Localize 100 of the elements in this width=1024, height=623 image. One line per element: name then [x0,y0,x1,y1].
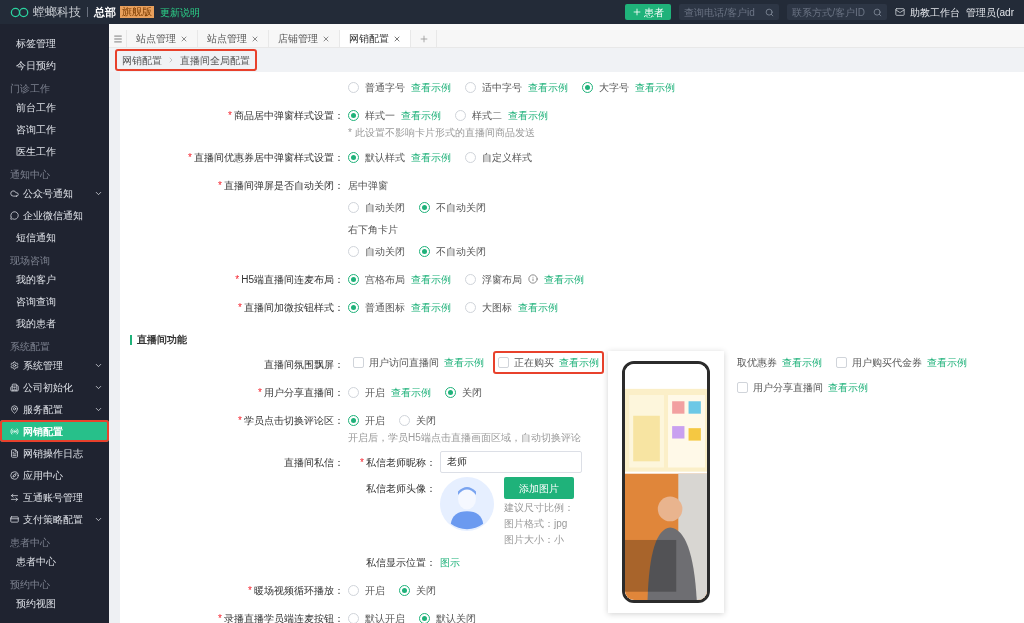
option-label: 用户访问直播间 [369,356,439,370]
option-label: 默认开启 [365,611,405,623]
option-label: 关闭 [416,413,436,428]
tab[interactable]: 站点管理 [127,30,198,47]
option-label: 不自动关闭 [436,200,486,215]
field-label: * 学员点击切换评论区： [238,413,344,428]
chevron-right-icon [167,56,175,64]
org-name: 总部 [94,4,116,20]
sidebar-item[interactable]: 服务配置 [0,398,109,420]
field-label: * 直播间优惠券居中弹窗样式设置： [188,150,344,165]
option-label: 用户购买代金券 [852,356,922,370]
sidebar-item[interactable]: 我的客户 [0,268,109,290]
logo-text: 螳螂科技 [33,4,81,21]
sidebar-item[interactable]: 咨询工作 [0,118,109,140]
field-label: 直播间私信： [284,455,344,470]
search-icon [765,7,775,17]
sidebar-section-header: 现场咨询 [9,254,51,268]
field-label: 私信显示位置： [366,555,436,570]
menu-icon[interactable] [112,33,123,44]
hint-text: 开启后，学员H5端点击直播画面区域，自动切换评论 [348,431,581,445]
option-label: 样式二 [472,108,502,123]
close-icon[interactable] [322,34,330,43]
option-label: 宫格布局 [365,272,405,287]
close-icon[interactable] [180,34,188,43]
sidebar-item[interactable]: 医生工作 [0,140,109,162]
sidebar-item[interactable]: 互通账号管理 [0,486,109,508]
sidebar-item[interactable]: 支付策略配置 [0,508,109,530]
field-label: 直播间氛围飘屏： [264,357,344,372]
hint-text: 图片格式：jpg [504,517,569,531]
sidebar-item[interactable]: 患者中心 [0,550,109,572]
plus-icon [632,7,643,17]
option-label: 开启 [365,385,385,400]
sidebar-item[interactable]: 网销操作日志 [0,442,109,464]
option-label: 自定义样式 [482,150,532,165]
sidebar-item[interactable]: 企业微信通知 [0,204,109,226]
logo-icon [10,6,30,18]
option-label: 样式一 [365,108,395,123]
option-label: 关闭 [462,385,482,400]
group-title: 右下角卡片 [348,222,398,237]
breadcrumb-item[interactable]: 网销配置 [122,52,162,68]
option-label: 开启 [365,413,385,428]
option-label: 大图标 [482,300,512,315]
option-label: 正在购买 [514,356,554,370]
group-title: 居中弹窗 [348,178,388,193]
option-label: 关闭 [416,583,436,598]
breadcrumb-item[interactable]: 直播间全局配置 [180,52,250,68]
option-label: 适中字号 [482,80,522,95]
sidebar-item[interactable]: 前台工作 [0,96,109,118]
option-label: 用户分享直播间 [753,381,823,395]
option-label: 开启 [365,583,385,598]
field-label: * 私信老师昵称： [360,455,436,470]
field-label: 私信老师头像： [366,481,436,496]
avatar-placeholder-icon [440,477,494,531]
sidebar-item[interactable]: 短信通知 [0,226,109,248]
field-label: * 暖场视频循环播放： [248,583,344,598]
section-title: 直播间功能 [137,333,187,347]
tab[interactable]: 站点管理 [198,30,269,47]
search-icon [873,7,883,17]
nickname-field[interactable]: 老师 [440,451,582,473]
sidebar-section-header: 门诊工作 [9,82,51,96]
option-label: 自动关闭 [365,244,405,259]
sidebar-item[interactable]: 咨询查询 [0,290,109,312]
sidebar-section-header: 预约中心 [9,578,51,592]
sidebar-item[interactable]: 应用中心 [0,464,109,486]
hint-text: 建议尺寸比例： [504,501,574,515]
sidebar-item[interactable]: 公众号通知 [0,182,109,204]
sidebar-item[interactable]: 系统管理 [0,354,109,376]
sidebar-item[interactable]: 我的患者 [0,312,109,334]
checkbox[interactable] [836,357,847,368]
hint-text: 图片大小：小 [504,533,565,547]
sidebar-section-header: 系统配置 [9,340,51,354]
option-label: 自动关闭 [365,200,405,215]
sidebar-item[interactable]: 公司初始化 [0,376,109,398]
update-link[interactable]: 更新说明 [160,4,200,20]
option-label: 大字号 [599,80,629,95]
option-label: 不自动关闭 [436,244,486,259]
option-label: 普通字号 [365,80,405,95]
user-name[interactable]: 管理员(adr [966,4,1014,20]
checkbox[interactable] [353,357,364,368]
option-label: 默认样式 [365,150,405,165]
checkbox[interactable] [737,382,748,393]
mail-icon[interactable] [895,7,906,17]
field-label: * 用户分享直播间： [258,385,344,400]
field-label: * 商品居中弹窗样式设置： [228,108,344,123]
close-icon[interactable] [393,34,401,43]
field-label: * 直播间弹屏是否自动关闭： [218,178,344,193]
option-label: 普通图标 [365,300,405,315]
sidebar-item[interactable]: 标签管理 [0,32,109,54]
add-tab-icon[interactable] [418,33,429,44]
sidebar-item[interactable]: 今日预约 [0,54,109,76]
checkbox[interactable] [498,357,509,368]
option-label: 取优惠券 [737,356,777,370]
sidebar-section-header: 通知中心 [9,168,51,182]
tab[interactable]: 网销配置 [340,30,411,47]
field-label: * H5端直播间连麦布局： [235,272,344,287]
sidebar-item[interactable]: 预约视图 [0,592,109,614]
workbench-link[interactable]: 助教工作台 [910,4,961,20]
edition-badge: 旗舰版 [120,6,154,18]
sidebar-section-header: 患者中心 [9,536,51,550]
close-icon[interactable] [251,34,259,43]
